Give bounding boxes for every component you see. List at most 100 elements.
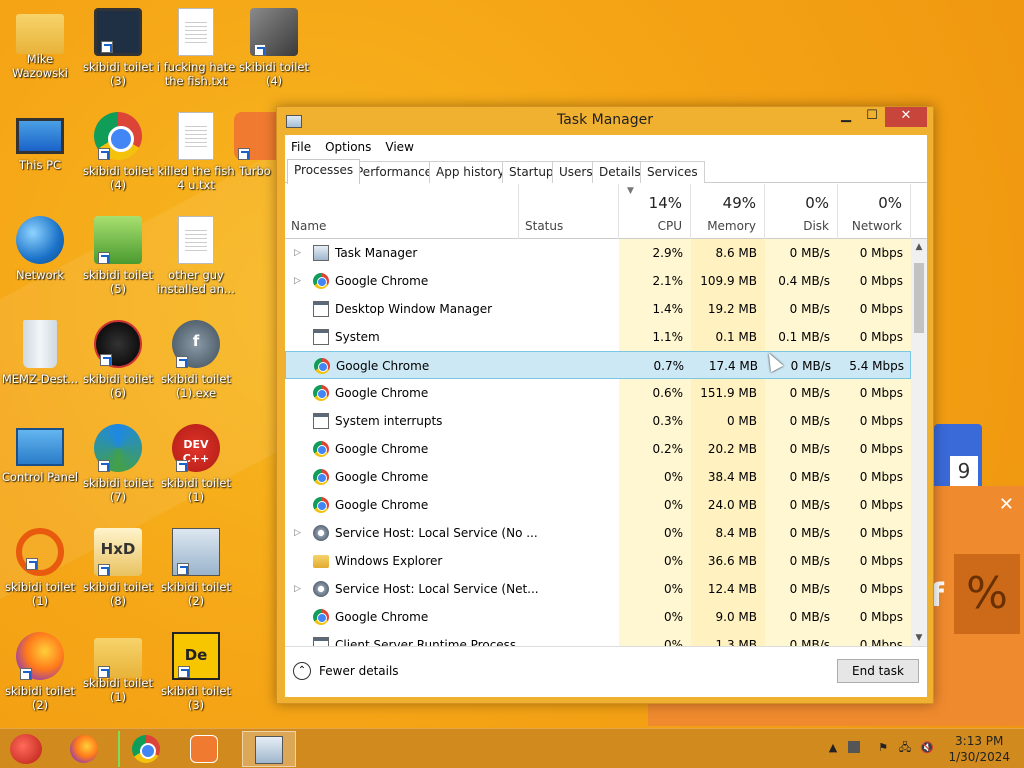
desktop-icon[interactable]: Mike Wazowski (0, 4, 80, 80)
minimize-button[interactable]: ▁ (833, 107, 859, 127)
volume-muted-icon[interactable]: 🔇 (920, 741, 934, 755)
desktop-icon[interactable]: skibidi toilet (7) (78, 420, 158, 504)
taskbar-firefox[interactable] (58, 731, 112, 767)
desktop-icon[interactable]: Network (0, 212, 80, 282)
menu-file[interactable]: File (291, 140, 319, 154)
text-file-icon (178, 216, 214, 264)
process-disk: 0 MB/s (765, 603, 838, 631)
desktop-icon[interactable]: f skibidi toilet (1).exe (156, 316, 236, 400)
desktop-icon[interactable]: killed the fish 4 u.txt (156, 108, 236, 192)
tray-expand-icon[interactable]: ▲ (826, 741, 840, 755)
fewer-details-button[interactable]: ⌃ Fewer details (293, 662, 399, 680)
menu-view[interactable]: View (385, 140, 421, 154)
shortcut-arrow-icon (100, 354, 112, 366)
table-row[interactable]: ▷ Service Host: Local Service (Net... 0% 12… (285, 575, 911, 603)
desktop-icon[interactable]: Turbo (234, 108, 282, 178)
vertical-scrollbar[interactable]: ▲ ▼ (911, 239, 927, 646)
process-name: Google Chrome (285, 491, 618, 519)
column-header-name[interactable]: Name (285, 184, 519, 239)
table-row[interactable]: Windows Explorer 0% 36.6 MB 0 MB/s 0 Mbps (285, 547, 911, 575)
column-header-status[interactable]: Status (519, 184, 619, 239)
desktop-icon[interactable]: Control Panel (0, 420, 80, 484)
process-name: Google Chrome (285, 435, 618, 463)
table-row[interactable]: Desktop Window Manager 1.4% 19.2 MB 0 MB/s 0… (285, 295, 911, 323)
tab-processes[interactable]: Processes (287, 159, 361, 184)
maximize-button[interactable]: ☐ (859, 107, 885, 127)
expand-chevron-icon[interactable]: ▷ (294, 575, 304, 603)
column-header-network[interactable]: 0% Network (838, 184, 911, 239)
process-list: ▷ Task Manager 2.9% 8.6 MB 0 MB/s 0 Mbps ▷ Goog… (285, 239, 911, 646)
close-button[interactable]: ✕ (885, 107, 927, 127)
desktop-icon[interactable]: HxD skibidi toilet (8) (78, 524, 158, 608)
scroll-thumb[interactable] (914, 263, 924, 333)
expand-chevron-icon[interactable]: ▷ (294, 519, 304, 547)
task-manager-window[interactable]: Task Manager ▁ ☐ ✕ File Options View Pro… (276, 106, 934, 704)
desktop-icon[interactable]: skibidi toilet (3) (78, 4, 158, 88)
process-name: System interrupts (285, 407, 618, 435)
process-name-label: Google Chrome (335, 610, 429, 624)
table-row[interactable]: Google Chrome 0% 38.4 MB 0 MB/s 0 Mbps (285, 463, 911, 491)
expand-chevron-icon[interactable]: ▷ (294, 239, 304, 267)
tab-performance[interactable]: Performance (349, 161, 440, 183)
taskbar-turbo[interactable] (178, 731, 232, 767)
action-center-icon[interactable] (848, 741, 860, 753)
end-task-button[interactable]: End task (837, 659, 919, 683)
desktop-icon[interactable]: skibidi toilet (4) (78, 108, 158, 192)
desktop-icon[interactable]: skibidi toilet (5) (78, 212, 158, 296)
desktop-icon[interactable]: other guy installed an... (156, 212, 236, 296)
table-row[interactable]: Client Server Runtime Process 0% 1.3 MB 0 M… (285, 631, 911, 646)
tab-services[interactable]: Services (640, 161, 705, 183)
icon-glyph-text: De (184, 646, 208, 664)
table-row[interactable]: ▷ Google Chrome 2.1% 109.9 MB 0.4 MB/s 0 Mbps (285, 267, 911, 295)
chrome-icon (313, 497, 329, 513)
column-header-memory[interactable]: 49% Memory (691, 184, 765, 239)
process-name-label: Client Server Runtime Process (335, 638, 517, 646)
system-clock[interactable]: 3:13 PM 1/30/2024 (948, 733, 1010, 765)
taskbar-chrome[interactable] (118, 731, 172, 767)
table-row[interactable]: Google Chrome 0.6% 151.9 MB 0 MB/s 0 Mbps (285, 379, 911, 407)
desktop-icon[interactable]: skibidi toilet (4) (234, 4, 314, 88)
desktop-icon[interactable]: De skibidi toilet (3) (156, 628, 236, 712)
scroll-up-icon[interactable]: ▲ (911, 239, 927, 255)
column-header-disk[interactable]: 0% Disk (765, 184, 838, 239)
expand-chevron-icon[interactable]: ▷ (294, 267, 304, 295)
flag-icon[interactable]: ⚑ (876, 741, 890, 755)
process-network: 0 Mbps (838, 267, 911, 295)
taskbar-task-manager[interactable] (242, 731, 296, 767)
desktop-icon-label: skibidi toilet (1) (82, 676, 153, 704)
desktop-icon-label: skibidi toilet (1).exe (160, 372, 231, 400)
desktop-icon-label: MEMZ-Dest... (1, 372, 79, 386)
desktop-icon[interactable]: MEMZ-Dest... (0, 316, 80, 386)
process-disk: 0 MB/s (765, 463, 838, 491)
network-status-icon[interactable]: 🖧 (898, 741, 912, 755)
desktop-icon[interactable]: skibidi toilet (2) (0, 628, 80, 712)
background-app-close-icon[interactable]: ✕ (999, 494, 1014, 515)
start-button[interactable] (10, 734, 42, 764)
desktop-icon[interactable]: skibidi toilet (1) (0, 524, 80, 608)
network-total: 0% (878, 194, 902, 212)
table-row[interactable]: Google Chrome 0% 24.0 MB 0 MB/s 0 Mbps (285, 491, 911, 519)
table-row[interactable]: System interrupts 0.3% 0 MB 0 MB/s 0 Mbps (285, 407, 911, 435)
shortcut-arrow-icon (177, 563, 189, 575)
process-name-label: Google Chrome (335, 386, 429, 400)
menu-options[interactable]: Options (325, 140, 379, 154)
process-name-label: Task Manager (335, 246, 418, 260)
process-cpu: 0.3% (619, 407, 691, 435)
table-row[interactable]: System 1.1% 0.1 MB 0.1 MB/s 0 Mbps (285, 323, 911, 351)
desktop-icon[interactable]: skibidi toilet (2) (156, 524, 236, 608)
table-row[interactable]: Google Chrome 0% 9.0 MB 0 MB/s 0 Mbps (285, 603, 911, 631)
table-row[interactable]: ▷ Task Manager 2.9% 8.6 MB 0 MB/s 0 Mbps (285, 239, 911, 267)
desktop-icon[interactable]: This PC (0, 108, 80, 172)
column-header-cpu[interactable]: ▼ 14% CPU (619, 184, 691, 239)
desktop-icon[interactable]: skibidi toilet (1) (78, 628, 158, 704)
tab-app-history[interactable]: App history (429, 161, 512, 183)
desktop-icon[interactable]: skibidi toilet (6) (78, 316, 158, 400)
title-bar[interactable]: Task Manager ▁ ☐ ✕ (277, 107, 933, 135)
table-row[interactable]: ▷ Service Host: Local Service (No ... 0% 8.… (285, 519, 911, 547)
scroll-down-icon[interactable]: ▼ (911, 630, 927, 646)
table-row[interactable]: Google Chrome 0.7% 17.4 MB 0 MB/s 5.4 Mbps (285, 351, 911, 379)
process-cpu: 0.2% (619, 435, 691, 463)
desktop-icon[interactable]: i fucking hate the fish.txt (156, 4, 236, 88)
table-row[interactable]: Google Chrome 0.2% 20.2 MB 0 MB/s 0 Mbps (285, 435, 911, 463)
desktop-icon[interactable]: DEV C++ skibidi toilet (1) (156, 420, 236, 504)
